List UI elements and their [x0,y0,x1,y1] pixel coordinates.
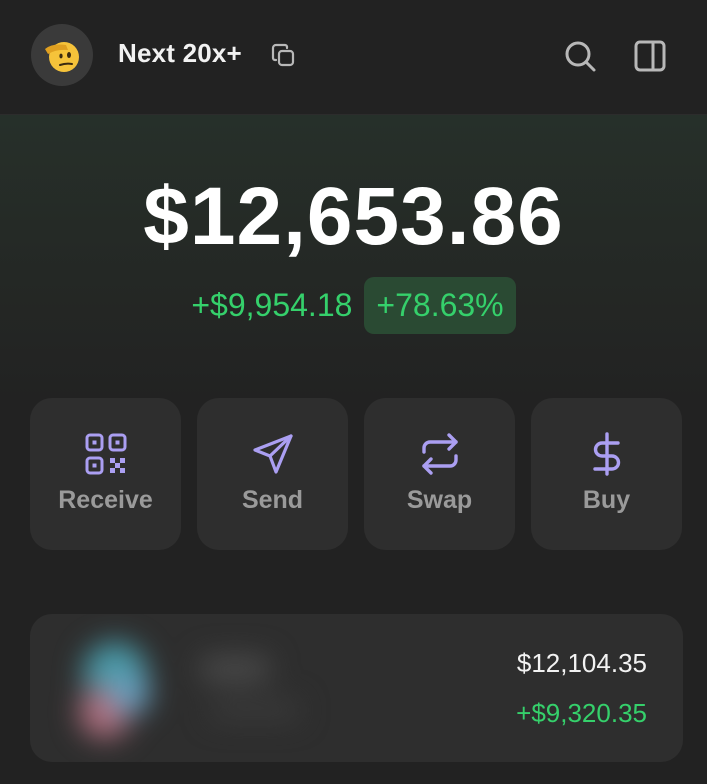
token-value: $12,104.35 [516,648,647,678]
swap-arrows-icon [421,433,458,475]
receive-label: Receive [58,486,153,514]
token-change: +$9,320.35 [516,698,647,728]
search-icon [565,41,596,72]
token-list-item[interactable]: $12,104.35 +$9,320.35 [30,614,683,762]
dollar-icon [592,432,620,476]
send-arrow-icon [252,434,293,474]
wallet-name[interactable]: Next 20x+ [118,38,242,69]
balance-change-row: +$9,954.18 +78.63% [0,276,707,334]
qr-code-icon [85,433,126,475]
sidebar-panel-icon [634,40,666,72]
receive-button[interactable]: Receive [30,398,181,550]
copy-icon [271,43,295,67]
sidebar-toggle-button[interactable] [632,38,668,74]
buy-button[interactable]: Buy [531,398,682,550]
saluting-face-icon [45,42,79,72]
search-button[interactable] [562,38,598,74]
swap-label: Swap [406,486,473,514]
total-balance: $12,653.86 [143,171,564,262]
swap-button[interactable]: Swap [364,398,515,550]
balance-change-percent-badge: +78.63% [364,276,516,334]
send-button[interactable]: Send [197,398,348,550]
blurred-token-info [79,642,300,738]
balance-change-amount: +$9,954.18 [191,286,353,323]
action-buttons: Receive Send Swap Buy [30,398,683,550]
header: Next 20x+ [0,0,707,115]
copy-address-button[interactable] [270,42,298,70]
buy-label: Buy [582,486,631,514]
wallet-app: Next 20x+ $12,653.86 +$9,954.18 +78.63% [0,0,707,784]
account-avatar[interactable] [31,24,93,86]
send-label: Send [241,486,304,514]
